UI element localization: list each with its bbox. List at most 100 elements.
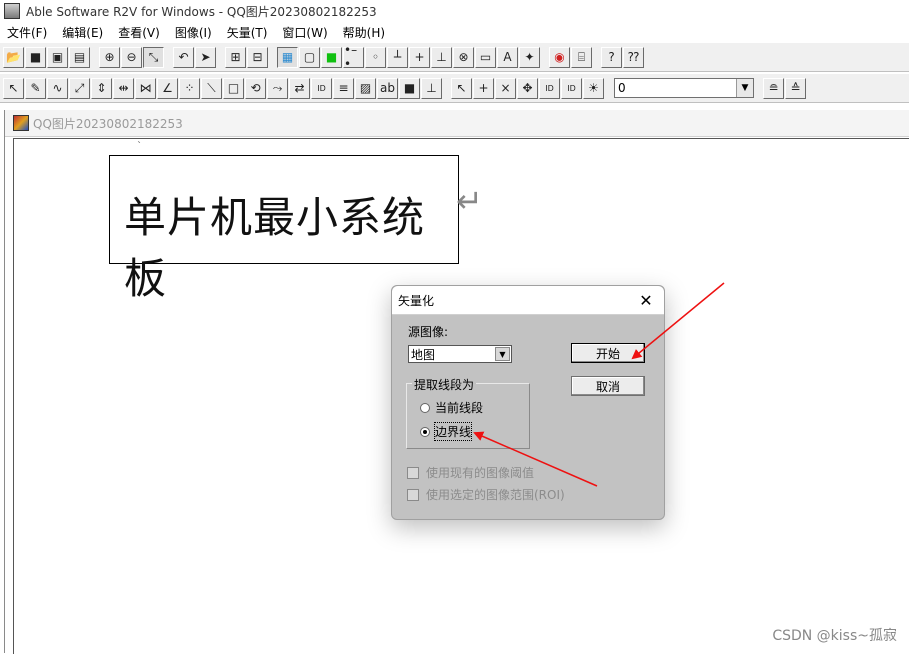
green-fill-icon[interactable]: ■ (321, 46, 342, 68)
move-up-icon[interactable]: ⇕ (91, 77, 112, 99)
help-icon[interactable]: ? (601, 46, 622, 68)
vertex-icon[interactable]: ┴ (387, 46, 408, 68)
fill-icon[interactable]: ■ (399, 77, 420, 99)
rect-tool-icon[interactable]: □ (223, 77, 244, 99)
save-icon[interactable]: ■ (25, 46, 46, 68)
menu-file[interactable]: 文件(F) (0, 24, 55, 41)
zoom-out-icon[interactable]: ⊖ (121, 46, 142, 68)
toolbar-separator (806, 77, 812, 99)
start-button[interactable]: 开始 (571, 343, 645, 363)
move-point-icon[interactable]: ✥ (517, 77, 538, 99)
toolbar-separator (604, 77, 610, 99)
radio-boundary-label: 边界线 (433, 422, 473, 441)
id-mark-icon[interactable]: ID (561, 77, 582, 99)
crosshair-icon[interactable]: + (409, 46, 430, 68)
toolbar1-group: 📂 ■ ▣ ▤ (0, 46, 90, 68)
use-threshold-checkbox[interactable]: 使用现有的图像阈值 (407, 464, 534, 481)
toolbar1-group: ▦ ▢ ■ •–• ◦ ┴ + ⊥ ⊗ ▭ A ✦ (274, 43, 540, 71)
pen-tool-icon[interactable]: ✎ (25, 77, 46, 99)
menu-window[interactable]: 窗口(W) (275, 24, 335, 41)
roi-box[interactable] (407, 488, 419, 501)
image-map-icon[interactable]: ▦ (277, 46, 298, 68)
pointer-tool-icon[interactable]: ↖ (3, 77, 24, 99)
zoom-fit-icon[interactable]: ⤡ (143, 46, 164, 68)
abc-box-icon[interactable]: ▭ (475, 46, 496, 68)
dialog-title: 矢量化 (398, 293, 435, 308)
delete-node-icon[interactable]: ⊗ (453, 46, 474, 68)
connect-icon[interactable]: ⤳ (267, 77, 288, 99)
toolbar2-group: ↖ ✎ ∿ ⤢ ⇕ ⇹ ⋈ ∠ ⁘ ⟍ □ ⟲ ⤳ ⇄ ID ≡ ▨ ab ■ ⊥ (0, 77, 442, 99)
text-box-icon[interactable]: ab (377, 77, 398, 99)
node-icon[interactable]: ◦ (365, 46, 386, 68)
id-set-icon[interactable]: ID (539, 77, 560, 99)
curve-tool-icon[interactable]: ∿ (47, 77, 68, 99)
stack-icon[interactable]: ≡ (333, 77, 354, 99)
toolbar1-group: ◉ ⌸ (546, 46, 592, 68)
edit-box-icon[interactable]: ⌸ (571, 46, 592, 68)
raster-grid-icon[interactable]: ⊞ (225, 46, 246, 68)
menu-edit[interactable]: 编辑(E) (55, 24, 111, 41)
undo-icon[interactable]: ↶ (173, 46, 194, 68)
zoom-in-icon[interactable]: ⊕ (99, 46, 120, 68)
align-icon[interactable]: ⊥ (421, 77, 442, 99)
abc-text-icon[interactable]: A (497, 46, 518, 68)
vector-grid-icon[interactable]: ⊟ (247, 46, 268, 68)
menu-vector[interactable]: 矢量(T) (220, 24, 276, 41)
roi-label: 使用选定的图像范围(ROI) (426, 488, 565, 502)
scatter-icon[interactable]: ⁘ (179, 77, 200, 99)
light-icon[interactable]: ☀ (583, 77, 604, 99)
canvas-mark: ˋ (137, 141, 142, 152)
use-roi-checkbox[interactable]: 使用选定的图像范围(ROI) (407, 486, 565, 503)
menu-view[interactable]: 查看(V) (111, 24, 168, 41)
select-arrow-icon[interactable]: ➤ (195, 46, 216, 68)
threshold-label: 使用现有的图像阈值 (426, 466, 535, 480)
cancel-button[interactable]: 取消 (571, 376, 645, 396)
close-icon[interactable]: ✕ (636, 290, 656, 310)
layer-down-icon[interactable]: ≙ (785, 77, 806, 99)
radio-current-label: 当前线段 (435, 401, 484, 415)
value-select[interactable]: 0 ▼ (614, 78, 754, 98)
point-icon[interactable]: ✦ (519, 46, 540, 68)
id-label-icon[interactable]: ID (311, 77, 332, 99)
threshold-box[interactable] (407, 466, 419, 479)
rotate-icon[interactable]: ⟲ (245, 77, 266, 99)
menu-image[interactable]: 图像(I) (168, 24, 220, 41)
chevron-down-icon[interactable]: ▼ (736, 79, 753, 97)
open-folder-icon[interactable]: 📂 (3, 46, 24, 68)
line-node-icon[interactable]: •–• (343, 43, 364, 71)
trace-tool-icon[interactable]: ⤢ (69, 77, 90, 99)
join-icon[interactable]: ⋈ (135, 77, 156, 99)
hatch-icon[interactable]: ▨ (355, 77, 376, 99)
open-image-icon[interactable]: ▣ (47, 46, 68, 68)
context-help-icon[interactable]: ⁇ (623, 46, 644, 68)
snap-icon[interactable]: ⊥ (431, 46, 452, 68)
source-image-value: 地图 (411, 347, 436, 362)
frame-icon[interactable]: ▢ (299, 46, 320, 68)
toolbar2-group: ≘ ≙ (760, 77, 806, 99)
radio-current-dot[interactable] (420, 402, 430, 413)
toolbar1-group: ↶ ➤ (170, 46, 216, 68)
value-select-text: 0 (618, 81, 626, 95)
menu-help[interactable]: 帮助(H) (336, 24, 393, 41)
remove-point-icon[interactable]: × (495, 77, 516, 99)
cursor-icon[interactable]: ↖ (451, 77, 472, 99)
document-title-bar: QQ图片20230802182253 (5, 110, 909, 137)
radio-boundary-dot[interactable] (420, 426, 430, 437)
angle-icon[interactable]: ∠ (157, 77, 178, 99)
save-image-icon[interactable]: ▤ (69, 46, 90, 68)
source-image-label: 源图像: (408, 325, 449, 339)
source-image-select[interactable]: 地图 ▼ (408, 345, 512, 363)
document-title: QQ图片20230802182253 (33, 116, 183, 131)
radio-current-segment[interactable]: 当前线段 (420, 399, 483, 416)
add-point-icon[interactable]: + (473, 77, 494, 99)
pick-color-icon[interactable]: ◉ (549, 46, 570, 68)
image-frame: 单片机最小系统板 ↵ (109, 155, 483, 303)
split-icon[interactable]: ⇹ (113, 77, 134, 99)
diagonal-icon[interactable]: ⟍ (201, 77, 222, 99)
menu-bar: 文件(F) 编辑(E) 查看(V) 图像(I) 矢量(T) 窗口(W) 帮助(H… (0, 22, 909, 42)
return-mark: ↵ (456, 182, 483, 220)
chevron-down-icon[interactable]: ▼ (495, 347, 510, 361)
arrows-icon[interactable]: ⇄ (289, 77, 310, 99)
layer-up-icon[interactable]: ≘ (763, 77, 784, 99)
radio-boundary-line[interactable]: 边界线 (420, 422, 473, 441)
